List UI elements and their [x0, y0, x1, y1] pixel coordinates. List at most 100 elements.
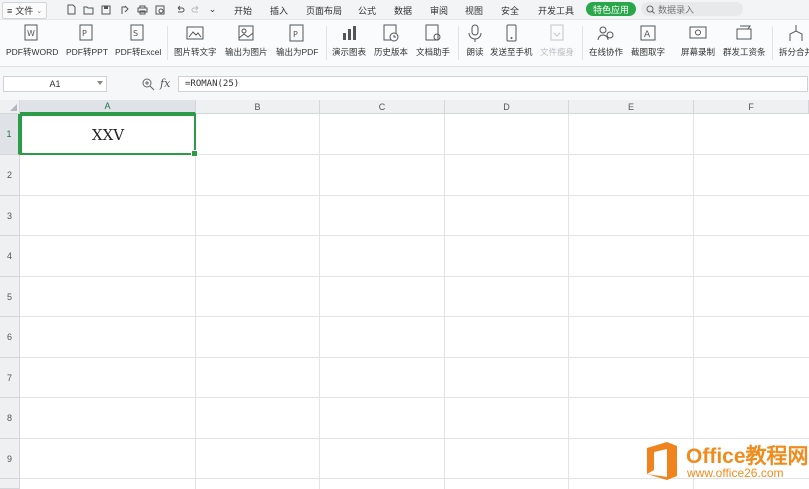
row-header-5[interactable]: 5	[0, 277, 20, 317]
row-header-2[interactable]: 2	[0, 155, 20, 196]
pdf-to-excel-label: PDF转Excel	[115, 47, 162, 57]
zoom-icon[interactable]	[141, 77, 155, 91]
screen-record-icon	[689, 26, 707, 39]
pdf-to-word-label: PDF转WORD	[6, 47, 59, 57]
tab-special-apps[interactable]: 特色应用	[586, 2, 637, 16]
split-merge-button[interactable]: 拆分合并	[779, 23, 809, 58]
svg-text:A: A	[644, 30, 651, 40]
export-image-label: 输出为图片	[225, 47, 268, 57]
office-logo-icon	[647, 442, 677, 480]
search-icon	[646, 5, 655, 14]
file-slim-icon	[550, 24, 564, 41]
export-icon[interactable]	[119, 3, 130, 16]
chart-icon	[343, 26, 356, 40]
ribbon-divider	[458, 26, 459, 60]
more-chevron-icon[interactable]: ⌄	[207, 3, 218, 16]
row-header-4[interactable]: 4	[0, 236, 20, 277]
pdf-to-word-button[interactable]: W PDF转WORD	[6, 23, 58, 58]
open-folder-icon[interactable]	[83, 3, 94, 16]
split-merge-icon	[789, 25, 803, 41]
tab-view[interactable]: 视图	[465, 4, 483, 17]
pdf-to-ppt-icon: P	[79, 24, 93, 41]
demo-chart-button[interactable]: 演示图表	[332, 23, 366, 58]
formula-input[interactable]: =ROMAN(25)	[178, 76, 808, 92]
pdf-to-ppt-button[interactable]: P PDF转PPT	[66, 23, 108, 58]
split-merge-label: 拆分合并	[779, 47, 809, 57]
print-icon[interactable]	[137, 3, 148, 16]
export-pdf-label: 输出为PDF	[276, 47, 319, 57]
export-image-button[interactable]: 输出为图片	[225, 23, 268, 58]
watermark-url: www.office26.com	[687, 466, 784, 480]
ribbon-divider	[772, 26, 773, 60]
pdf-to-excel-button[interactable]: S PDF转Excel	[115, 23, 161, 58]
row-header-7[interactable]: 7	[0, 358, 20, 398]
send-to-phone-label: 发送至手机	[490, 47, 533, 57]
screenshot-icon: A	[640, 25, 656, 41]
hamburger-icon: ≡	[7, 5, 13, 16]
payslip-icon	[736, 25, 752, 40]
file-slim-button[interactable]: 文件瘦身	[540, 23, 574, 58]
search-box[interactable]: 数据录入	[641, 2, 743, 16]
column-header-b[interactable]: B	[196, 100, 320, 114]
column-header-a[interactable]: A	[20, 100, 196, 114]
insert-function-button[interactable]: fx	[160, 77, 170, 90]
select-all-corner[interactable]	[0, 100, 20, 114]
file-menu-button[interactable]: ≡ 文件 ⌄	[2, 2, 48, 19]
save-icon[interactable]	[100, 3, 111, 16]
watermark: Office教程网 www.office26.com	[641, 438, 809, 486]
column-header-c[interactable]: C	[320, 100, 445, 114]
row-header-10[interactable]	[0, 479, 20, 489]
cell-a1-value: XXV	[91, 125, 125, 144]
history-version-button[interactable]: 历史版本	[374, 23, 408, 58]
history-version-label: 历史版本	[374, 47, 409, 57]
image-to-text-button[interactable]: 图片转文字	[174, 23, 217, 58]
chevron-down-icon[interactable]	[97, 81, 103, 85]
tab-review[interactable]: 审阅	[430, 4, 448, 17]
print-preview-icon[interactable]	[155, 3, 166, 16]
column-header-d[interactable]: D	[445, 100, 569, 114]
chevron-down-icon: ⌄	[36, 7, 43, 15]
row-header-3[interactable]: 3	[0, 196, 20, 236]
ribbon-divider	[326, 26, 327, 60]
export-pdf-button[interactable]: P 输出为PDF	[276, 23, 319, 58]
svg-text:P: P	[293, 30, 298, 39]
row-header-6[interactable]: 6	[0, 317, 20, 358]
tab-security[interactable]: 安全	[501, 4, 519, 17]
tab-start[interactable]: 开始	[234, 4, 252, 17]
tab-data[interactable]: 数据	[394, 4, 412, 17]
export-image-icon	[238, 25, 254, 41]
tab-page-layout[interactable]: 页面布局	[306, 4, 342, 17]
cell-a1[interactable]: XXV	[20, 114, 198, 157]
ribbon-toolbar: W PDF转WORD P PDF转PPT S PDF转Excel 图片转文字 输…	[0, 20, 809, 67]
doc-assistant-icon	[425, 24, 441, 41]
search-placeholder: 数据录入	[658, 4, 695, 15]
send-to-phone-button[interactable]: 发送至手机	[490, 23, 533, 58]
row-header-1[interactable]: 1	[0, 114, 20, 155]
new-doc-icon[interactable]	[66, 3, 77, 16]
demo-chart-label: 演示图表	[332, 47, 367, 57]
tab-developer[interactable]: 开发工具	[538, 4, 574, 17]
row-header-8[interactable]: 8	[0, 398, 20, 439]
undo-icon[interactable]	[174, 3, 185, 16]
screen-record-button[interactable]: 屏幕录制	[681, 23, 715, 58]
name-box[interactable]: A1	[3, 76, 107, 92]
doc-assistant-button[interactable]: 文档助手	[416, 23, 450, 58]
online-collab-button[interactable]: 在线协作	[589, 23, 623, 58]
tab-formula[interactable]: 公式	[358, 4, 376, 17]
image-to-text-label: 图片转文字	[174, 47, 217, 57]
fill-handle[interactable]	[191, 150, 198, 157]
screenshot-text-label: 截图取字	[631, 47, 666, 57]
redo-icon[interactable]	[190, 3, 201, 16]
read-aloud-button[interactable]: 朗读	[465, 23, 485, 58]
pdf-to-excel-icon: S	[130, 24, 144, 41]
name-box-value: A1	[49, 79, 61, 89]
column-header-f[interactable]: F	[694, 100, 809, 114]
payslip-button[interactable]: 群发工资条	[723, 23, 766, 58]
screenshot-text-button[interactable]: A 截图取字	[631, 23, 665, 58]
tab-insert[interactable]: 插入	[270, 4, 288, 17]
cell-grid[interactable]	[20, 114, 809, 489]
formula-bar: A1 fx =ROMAN(25)	[0, 67, 809, 101]
svg-text:W: W	[27, 29, 35, 38]
column-header-e[interactable]: E	[569, 100, 694, 114]
row-header-9[interactable]: 9	[0, 439, 20, 479]
